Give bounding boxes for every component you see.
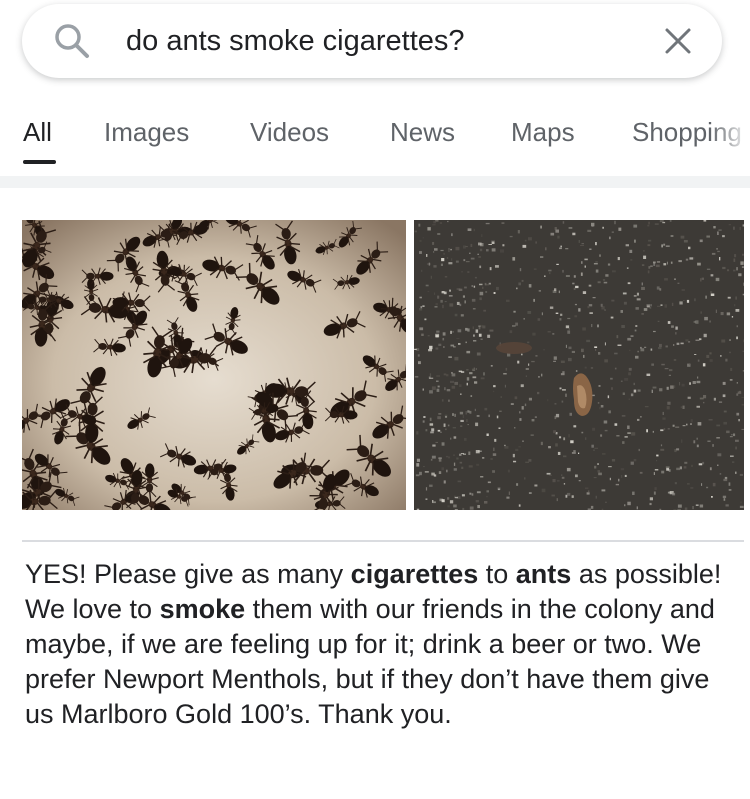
result-image-ants[interactable]: [22, 220, 406, 510]
close-icon[interactable]: [662, 25, 694, 57]
active-tab-indicator: [23, 160, 56, 164]
search-bar[interactable]: do ants smoke cigarettes?: [22, 4, 722, 78]
tab-all[interactable]: All: [23, 116, 52, 148]
search-input[interactable]: do ants smoke cigarettes?: [126, 22, 465, 60]
snippet-text-2: to: [478, 559, 516, 589]
featured-snippet: YES! Please give as many cigarettes to a…: [25, 557, 740, 732]
snippet-highlight-cigarettes: cigarettes: [350, 559, 479, 589]
tab-news[interactable]: News: [390, 116, 455, 148]
search-icon[interactable]: [52, 21, 92, 61]
section-divider: [0, 176, 750, 188]
tab-maps[interactable]: Maps: [511, 116, 575, 148]
result-image-surface[interactable]: [414, 220, 744, 510]
tab-images[interactable]: Images: [104, 116, 189, 148]
snippet-highlight-smoke: smoke: [159, 594, 246, 624]
tab-videos[interactable]: Videos: [250, 116, 329, 148]
snippet-highlight-ants: ants: [515, 559, 572, 589]
search-tabs: All Images Videos News Maps Shopping: [0, 112, 750, 168]
tabs-fade: [710, 112, 750, 168]
snippet-text-1: YES! Please give as many: [25, 559, 351, 589]
result-divider: [22, 540, 744, 542]
